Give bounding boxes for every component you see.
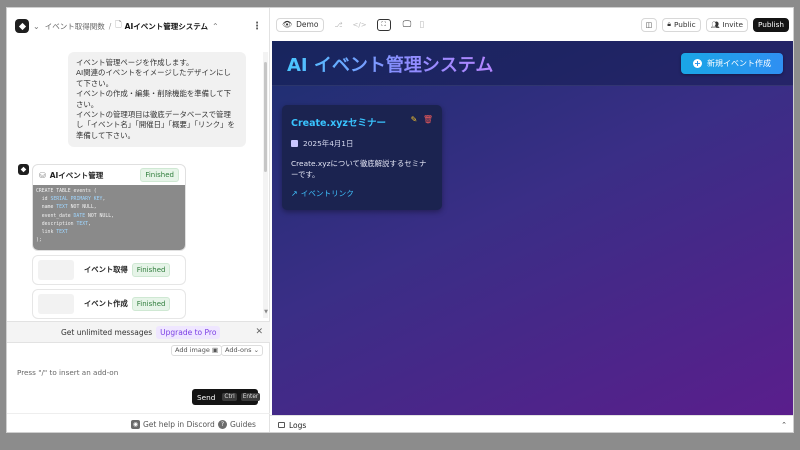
preview-panel: 👁 Demo ⎇ </> ⛶ 🖵 ▯ ◫ 🔒︎ Public 👥︎ Invite xyxy=(270,8,793,432)
breadcrumb-parent[interactable]: イベント取得関数 xyxy=(45,21,105,32)
kbd-enter: Enter xyxy=(240,393,261,401)
chevron-up-icon[interactable]: ⌃ xyxy=(781,421,787,429)
addons-label: Add-ons xyxy=(225,346,252,354)
users-icon: 👥︎ xyxy=(710,20,720,29)
external-link-icon: ↗ xyxy=(291,189,298,198)
flow-icon[interactable]: ⎇ xyxy=(334,21,342,29)
event-card[interactable]: Create.xyzセミナー ✎ 🗑︎ 2025年4月1日 Create.xyz… xyxy=(282,105,442,210)
preview-header: AI イベント管理システム + 新規イベント作成 xyxy=(272,41,793,86)
app-window: ⌄ イベント取得関数 / 🗋 AIイベント管理システム ⌃ ⋮ イベント管理ペー… xyxy=(6,7,794,433)
help-icon: ? xyxy=(218,420,227,429)
public-label: Public xyxy=(674,20,696,29)
task-card[interactable]: ⛁ AIイベント管理 Finished CREATE TABLE events … xyxy=(32,164,186,251)
addons-dropdown[interactable]: Add-ons ⌄ xyxy=(221,345,264,356)
database-icon: ⛁ xyxy=(39,170,46,180)
assistant-avatar-icon xyxy=(18,164,29,175)
subtask-label: イベント作成 xyxy=(84,299,128,308)
publish-label: Publish xyxy=(757,20,784,29)
preview-title: AI イベント管理システム xyxy=(287,51,493,77)
invite-button[interactable]: 👥︎ Invite xyxy=(705,17,748,32)
page-icon: 🗋 xyxy=(115,20,122,29)
desktop-icon[interactable]: 🖵 xyxy=(403,20,412,30)
edit-icon[interactable]: ✎ xyxy=(411,115,418,124)
scrollbar-thumb[interactable] xyxy=(264,62,267,172)
discord-help-link[interactable]: ◉ Get help in Discord xyxy=(131,420,215,429)
add-image-label: Add image xyxy=(175,346,210,354)
event-date: 2025年4月1日 xyxy=(303,139,354,148)
chevron-down-icon: ⌄ xyxy=(253,346,260,354)
new-event-label: 新規イベント作成 xyxy=(707,59,771,68)
status-badge: Finished xyxy=(131,263,171,277)
chat-panel: ⌄ イベント取得関数 / 🗋 AIイベント管理システム ⌃ ⋮ イベント管理ペー… xyxy=(7,8,270,432)
upgrade-text: Get unlimited messages xyxy=(61,327,153,337)
event-link[interactable]: ↗ イベントリンク xyxy=(291,188,433,199)
breadcrumb-separator: / xyxy=(108,21,112,31)
add-image-button[interactable]: Add image ▣ xyxy=(171,345,223,356)
discord-label: Get help in Discord xyxy=(143,420,215,429)
breadcrumb-current[interactable]: AIイベント管理システム xyxy=(125,21,208,32)
more-options-icon[interactable]: ⋮ xyxy=(252,21,262,32)
theme-button[interactable]: ◫ xyxy=(640,17,658,32)
event-link-label: イベントリンク xyxy=(300,189,354,198)
image-icon: ▣ xyxy=(211,346,219,354)
invite-label: Invite xyxy=(722,20,743,29)
public-button[interactable]: 🔒︎ Public xyxy=(662,17,701,32)
terminal-icon xyxy=(278,422,285,428)
new-event-button[interactable]: + 新規イベント作成 xyxy=(681,53,783,74)
app-logo-icon[interactable] xyxy=(15,19,29,33)
chevron-down-icon[interactable]: ⌄ xyxy=(33,22,40,31)
status-badge: Finished xyxy=(140,168,179,182)
scroll-down-icon[interactable]: ▼ xyxy=(263,309,269,315)
demo-toggle[interactable]: 👁 Demo xyxy=(276,17,325,32)
chat-topbar: ⌄ イベント取得関数 / 🗋 AIイベント管理システム ⌃ ⋮ xyxy=(7,8,270,44)
subtask-thumbnail xyxy=(38,260,74,280)
event-date-row: 2025年4月1日 xyxy=(291,138,433,149)
trash-icon[interactable]: 🗑︎ xyxy=(423,115,433,124)
kbd-ctrl: Ctrl xyxy=(222,393,237,401)
publish-button[interactable]: Publish xyxy=(752,17,789,32)
chat-scrollbar[interactable] xyxy=(263,52,268,318)
subtask-thumbnail xyxy=(38,294,74,314)
subtask-card[interactable]: イベント作成 Finished xyxy=(32,289,186,319)
toolbar-actions: ◫ 🔒︎ Public 👥︎ Invite Publish xyxy=(636,17,789,32)
subtask-card[interactable]: イベント取得 Finished xyxy=(32,255,186,285)
mobile-icon[interactable]: ▯ xyxy=(419,20,424,30)
lock-icon: 🔒︎ xyxy=(667,20,671,28)
user-message: イベント管理ページを作成します。 AI関連のイベントをイメージしたデザインにして… xyxy=(68,52,246,148)
send-button[interactable]: Send Ctrl Enter xyxy=(192,389,261,405)
plus-icon: + xyxy=(693,59,702,68)
demo-label: Demo xyxy=(296,20,319,29)
task-title: AIイベント管理 xyxy=(49,170,104,180)
message-input[interactable]: Press "/" to insert an add-on xyxy=(17,368,118,377)
code-block: CREATE TABLE events ( id SERIAL PRIMARY … xyxy=(33,185,185,250)
discord-icon: ◉ xyxy=(131,420,140,429)
event-actions: ✎ 🗑︎ xyxy=(411,115,433,124)
code-icon[interactable]: </> xyxy=(353,21,367,29)
expand-icon[interactable]: ⛶ xyxy=(376,18,391,31)
guides-label: Guides xyxy=(230,420,256,429)
composer-tools: Add image ▣ Add-ons ⌄ xyxy=(7,344,270,358)
subtask-label: イベント取得 xyxy=(84,265,128,274)
chat-footer: ◉ Get help in Discord ? Guides xyxy=(7,413,270,432)
event-description: Create.xyzについて徹底解説するセミナーです。 xyxy=(291,159,427,179)
app-preview: AI イベント管理システム + 新規イベント作成 Create.xyzセミナー … xyxy=(272,41,793,415)
status-badge: Finished xyxy=(131,297,171,311)
guides-link[interactable]: ? Guides xyxy=(218,420,256,429)
upgrade-banner: Get unlimited messages Upgrade to Pro ✕ xyxy=(7,321,270,343)
logs-bar[interactable]: Logs ⌃ xyxy=(270,415,793,432)
task-header: ⛁ AIイベント管理 Finished xyxy=(33,165,185,185)
calendar-icon xyxy=(291,140,298,147)
upgrade-link[interactable]: Upgrade to Pro xyxy=(156,325,221,339)
eye-icon: 👁 xyxy=(282,20,293,29)
chevron-updown-icon[interactable]: ⌃ xyxy=(212,22,219,31)
palette-icon: ◫ xyxy=(645,20,653,29)
chat-messages: イベント管理ページを作成します。 AI関連のイベントをイメージしたデザインにして… xyxy=(7,44,263,320)
logs-label: Logs xyxy=(289,420,307,430)
send-label: Send xyxy=(197,392,216,402)
close-icon[interactable]: ✕ xyxy=(255,327,263,337)
preview-toolbar: 👁 Demo ⎇ </> ⛶ 🖵 ▯ ◫ 🔒︎ Public 👥︎ Invite xyxy=(270,8,793,41)
